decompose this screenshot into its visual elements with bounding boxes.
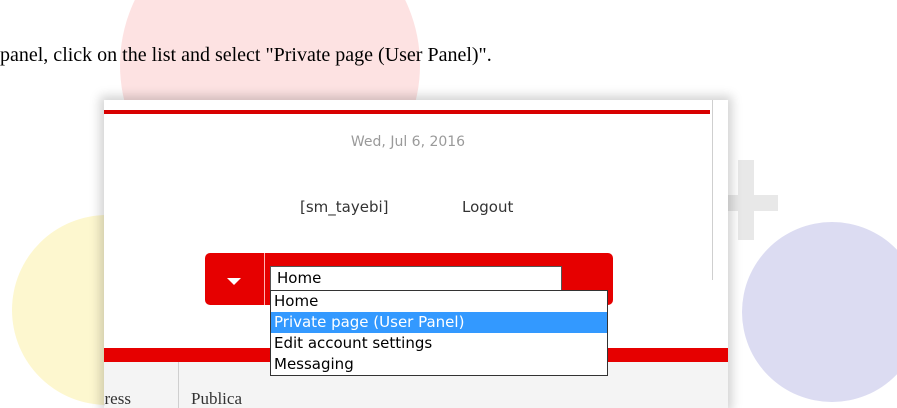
tab-separator [178, 362, 179, 408]
header-top-line [104, 110, 710, 114]
chevron-down-icon [227, 278, 241, 285]
app-screenshot: Wed, Jul 6, 2016 [sm_tayebi] Logout Home… [104, 100, 728, 408]
tab-publications[interactable]: Publica [191, 389, 242, 408]
username-link[interactable]: [sm_tayebi] [300, 198, 389, 216]
dropdown-option-home[interactable]: Home [271, 291, 607, 312]
tab-progress[interactable]: gress [104, 389, 131, 408]
page-select[interactable]: Home [270, 266, 562, 291]
header-date: Wed, Jul 6, 2016 [350, 134, 466, 150]
page-select-dropdown: Home Private page (User Panel) Edit acco… [270, 290, 608, 376]
dropdown-option-messaging[interactable]: Messaging [271, 354, 607, 375]
nav-divider [264, 253, 265, 305]
instruction-text: panel, click on the list and select "Pri… [0, 44, 492, 66]
logout-link[interactable]: Logout [462, 198, 513, 216]
dropdown-option-edit-account[interactable]: Edit account settings [271, 333, 607, 354]
background-purple-circle [742, 222, 897, 402]
menu-toggle-button[interactable] [205, 253, 263, 305]
panel-right-edge [712, 100, 713, 280]
dropdown-option-private-page[interactable]: Private page (User Panel) [271, 312, 607, 333]
